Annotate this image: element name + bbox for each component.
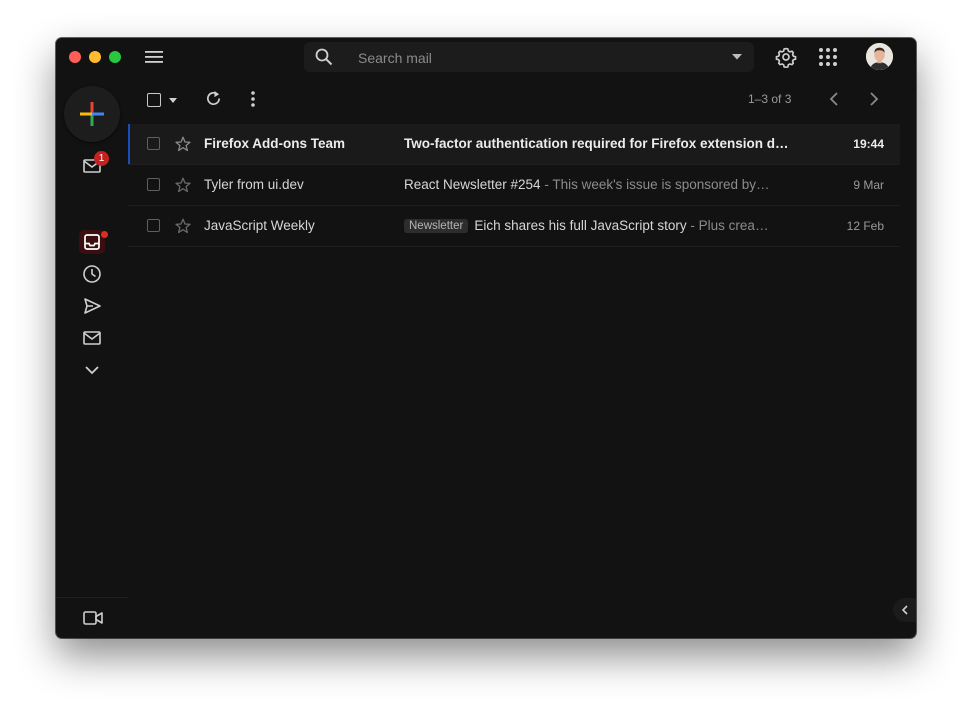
email-row[interactable]: Tyler from ui.dev React Newsletter #254 … [128, 165, 900, 206]
email-snippet: - Plus crea… [686, 218, 769, 233]
row-checkbox[interactable] [147, 178, 160, 191]
video-camera-icon[interactable] [83, 609, 103, 627]
email-label-badge[interactable]: Newsletter [404, 219, 469, 233]
unread-count-badge: 1 [94, 151, 109, 166]
compose-button[interactable] [64, 86, 120, 142]
avatar[interactable] [866, 43, 893, 70]
sidebar: 1 [56, 76, 128, 638]
sidebar-divider [56, 597, 128, 598]
select-all-checkbox[interactable] [147, 93, 161, 107]
inbox-notification-dot [101, 231, 108, 238]
email-subject: Eich shares his full JavaScript story [474, 218, 687, 233]
row-checkbox[interactable] [147, 137, 160, 150]
hamburger-menu-icon[interactable] [144, 49, 164, 65]
send-icon[interactable] [81, 295, 103, 317]
window-close-button[interactable] [69, 51, 81, 63]
star-icon[interactable] [175, 177, 191, 193]
email-date: 12 Feb [846, 219, 884, 233]
mail-toolbar: 1–3 of 3 [128, 76, 916, 124]
star-icon[interactable] [175, 218, 191, 234]
email-sender: JavaScript Weekly [204, 218, 315, 233]
chevron-left-small-icon [901, 605, 908, 615]
gear-icon[interactable] [775, 46, 797, 68]
email-row[interactable]: JavaScript Weekly Newsletter Eich shares … [128, 206, 900, 247]
select-options-caret-icon[interactable] [169, 98, 177, 103]
email-date: 19:44 [853, 137, 884, 151]
more-options-icon[interactable] [250, 90, 256, 108]
window-minimize-button[interactable] [89, 51, 101, 63]
row-checkbox[interactable] [147, 219, 160, 232]
search-input[interactable] [356, 42, 700, 74]
email-sender: Tyler from ui.dev [204, 177, 304, 192]
chevron-down-icon[interactable] [81, 359, 103, 381]
main-content: 1–3 of 3 Firefox Add-ons Team Two-factor… [128, 76, 916, 638]
plus-icon [80, 102, 104, 126]
email-sender: Firefox Add-ons Team [204, 136, 346, 151]
email-list: Firefox Add-ons Team Two-factor authenti… [128, 124, 900, 247]
chevron-right-icon[interactable] [868, 90, 880, 108]
apps-grid-icon[interactable] [818, 47, 838, 67]
clock-icon[interactable] [81, 263, 103, 285]
mail-window: 1 [56, 38, 916, 638]
email-row[interactable]: Firefox Add-ons Team Two-factor authenti… [128, 124, 900, 165]
email-subject: Two-factor authentication required for F… [404, 136, 789, 151]
email-content: React Newsletter #254 - This week's issu… [404, 177, 790, 192]
email-snippet: - This week's issue is sponsored by… [540, 177, 770, 192]
email-date: 9 Mar [853, 178, 884, 192]
star-icon[interactable] [175, 136, 191, 152]
email-content: Two-factor authentication required for F… [404, 136, 790, 151]
search-bar [304, 42, 754, 74]
email-subject: React Newsletter #254 [404, 177, 541, 192]
inbox-icon[interactable] [81, 231, 103, 253]
search-icon[interactable] [314, 47, 334, 67]
envelope-icon[interactable] [81, 327, 103, 349]
side-panel-toggle[interactable] [893, 598, 916, 622]
pagination-label: 1–3 of 3 [748, 92, 792, 106]
avatar-portrait [866, 43, 893, 70]
window-maximize-button[interactable] [109, 51, 121, 63]
email-content: Newsletter Eich shares his full JavaScrip… [404, 218, 790, 233]
refresh-icon[interactable] [205, 90, 222, 107]
search-options-caret-icon[interactable] [732, 53, 742, 61]
title-bar [56, 38, 916, 76]
chevron-left-icon[interactable] [828, 90, 840, 108]
